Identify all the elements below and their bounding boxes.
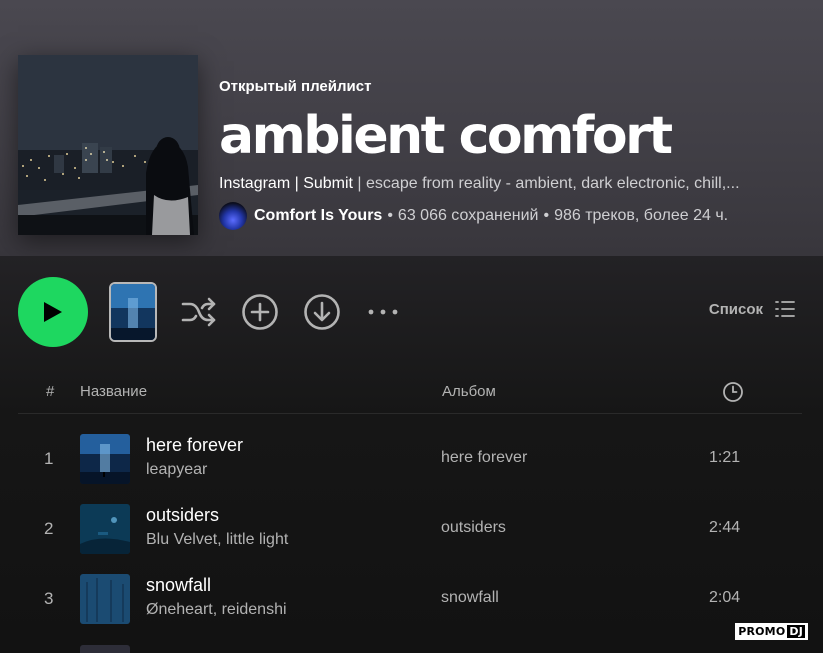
track-artist[interactable]: leapyear [146,461,207,479]
track-duration: 2:04 [709,589,741,606]
column-number: # [46,383,55,400]
watermark-text: DJ [787,625,805,638]
saves-count: 63 066 сохранений [397,207,539,224]
add-to-library-button[interactable] [240,292,280,332]
track-row[interactable]: 3 snowfall Øneheart, reidenshi snowfall … [18,567,802,637]
track-album[interactable]: outsiders [441,519,506,537]
playlist-description: Instagram | Submit | escape from reality… [219,175,799,193]
track-number: 3 [44,589,54,608]
track-artist[interactable]: Øneheart, reidenshi [146,601,287,619]
shuffle-icon [181,297,216,327]
description-link[interactable]: Instagram | Submit [219,175,353,192]
track-artwork [80,434,130,484]
track-number: 1 [44,449,54,468]
more-icon [368,309,398,315]
playlist-cover[interactable] [18,55,198,235]
playlist-meta: Comfort Is Yours • 63 066 сохранений • 9… [219,202,813,230]
preview-thumbnail[interactable] [109,282,157,342]
track-album[interactable]: here forever [441,449,527,467]
album-art-image [80,504,130,554]
play-button[interactable] [18,277,88,347]
meta-separator: • [387,207,393,224]
description-text: | escape from reality - ambient, dark el… [352,175,740,192]
more-options-button[interactable] [364,300,402,324]
track-number: 2 [44,519,54,538]
track-artwork [80,574,130,624]
view-mode-toggle[interactable]: Список [709,300,795,318]
owner-name[interactable]: Comfort Is Yours [254,207,382,225]
column-album[interactable]: Альбом [442,383,496,400]
track-title[interactable]: snowfall [146,575,211,596]
add-circle-icon [242,294,278,330]
track-title[interactable]: here forever [146,435,243,456]
column-title[interactable]: Название [80,383,147,400]
track-info: 986 треков, более 24 ч. [554,207,729,224]
city-night-image [18,55,198,235]
track-row[interactable]: 2 outsiders Blu Velvet, little light out… [18,497,802,567]
clock-icon [723,382,743,402]
watermark-logo: PROMO DJ [735,623,808,640]
track-row[interactable]: 1 here forever leapyear here forever 1:2… [18,427,802,497]
album-art-image [80,434,130,484]
playlist-title: ambient comfort [219,106,673,166]
meta-separator: • [543,207,550,224]
watermark-text: PROMO [738,625,786,638]
track-artwork [80,504,130,554]
waterfall-image [111,284,155,340]
list-view-icon [775,301,795,317]
download-button[interactable] [302,292,342,332]
download-icon [304,294,340,330]
album-art-image [80,574,130,624]
track-list-header: # Название Альбом [18,372,802,414]
playlist-type-label: Открытый плейлист [219,78,372,95]
track-duration: 2:44 [709,519,741,536]
column-duration[interactable] [722,381,744,407]
track-album[interactable]: snowfall [441,589,499,607]
track-duration: 1:21 [709,449,741,466]
shuffle-button[interactable] [178,292,220,332]
view-mode-label: Список [708,300,763,318]
track-artist[interactable]: Blu Velvet, little light [146,531,288,549]
track-title[interactable]: outsiders [146,505,219,526]
play-icon [44,302,62,322]
owner-avatar[interactable] [219,202,247,230]
next-track-artwork-peek [80,645,130,653]
playlist-header: Открытый плейлист ambient comfort Instag… [0,0,823,256]
